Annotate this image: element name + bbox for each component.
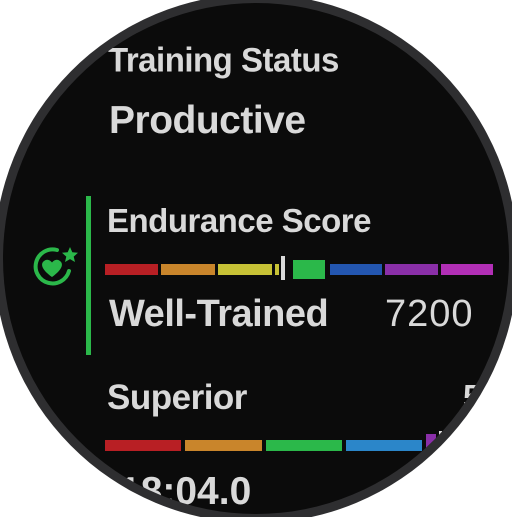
endurance-gauge-segment-3 — [218, 264, 272, 275]
endurance-score-label: Endurance Score — [107, 202, 371, 239]
race-category-count: 5 — [463, 378, 482, 415]
endurance-gauge-segment-1 — [105, 264, 158, 275]
heart-star-icon — [33, 247, 78, 286]
race-gauge-segment-2 — [185, 440, 262, 451]
race-gauge-segment-3 — [266, 440, 342, 451]
race-gauge-marker — [439, 431, 442, 453]
endurance-level-label: Well-Trained — [109, 293, 329, 335]
endurance-score-value: 7200 — [385, 293, 474, 335]
training-status-value: Productive — [109, 99, 306, 142]
race-time-value: 18:04.0 — [119, 470, 252, 513]
race-gauge-segment-current — [426, 434, 436, 451]
watch-screen[interactable]: Training Status Productive Endurance Sco… — [3, 3, 509, 514]
endurance-gauge-segment-3-tail — [275, 264, 279, 275]
race-gauge-segment-1 — [105, 440, 181, 451]
endurance-gauge-segment-5 — [330, 264, 382, 275]
race-gauge-segment-4 — [346, 440, 422, 451]
race-category-label: Superior — [107, 378, 247, 417]
endurance-gauge-segment-7 — [441, 264, 493, 275]
watch-face: Training Status Productive Endurance Sco… — [0, 0, 512, 517]
training-status-title: Training Status — [108, 40, 339, 79]
endurance-gauge-segment-2 — [161, 264, 215, 275]
endurance-gauge-segment-current — [293, 260, 325, 279]
endurance-gauge-segment-6 — [385, 264, 438, 275]
endurance-gauge-marker — [281, 256, 285, 280]
endurance-accent-line — [86, 196, 91, 355]
